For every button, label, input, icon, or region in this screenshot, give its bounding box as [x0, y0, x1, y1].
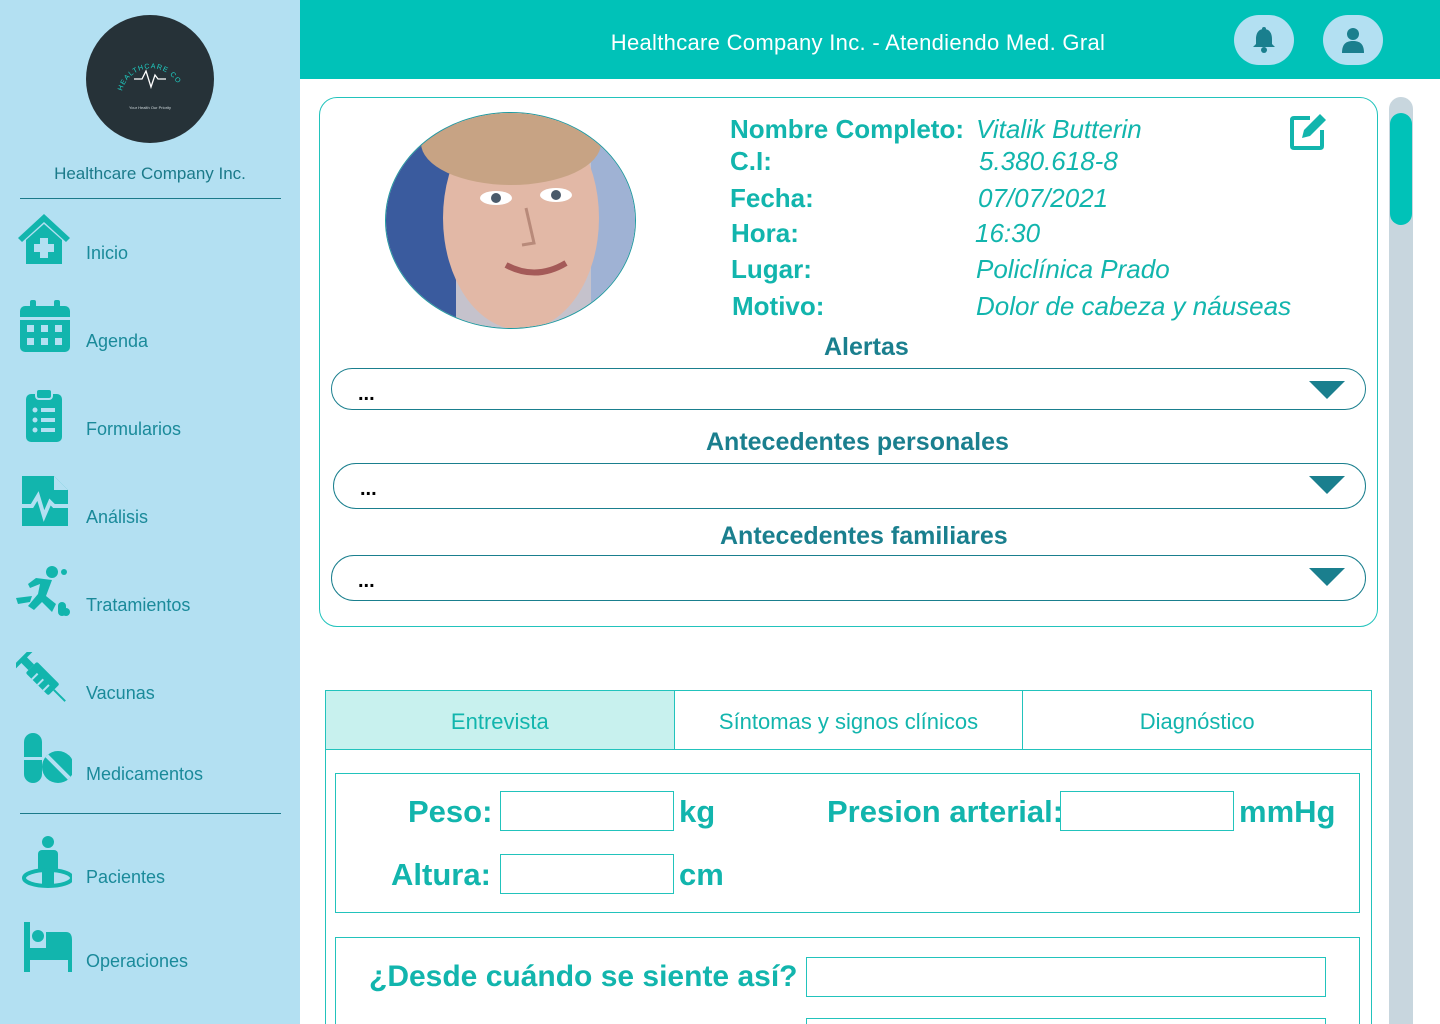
sidebar-item-medicamentos[interactable]: Medicamentos [0, 733, 300, 793]
sidebar-divider [20, 198, 281, 199]
dropdown-value: ... [358, 383, 375, 405]
svg-text:HEALTHCARE COMPANY: HEALTHCARE COMPANY [86, 15, 182, 92]
peso-input[interactable] [500, 791, 674, 831]
section-title-antecedentes-familiares: Antecedentes familiares [720, 522, 1008, 550]
label-hora: Hora: [731, 218, 799, 248]
sidebar-item-label: Pacientes [86, 867, 166, 887]
running-person-icon [16, 566, 70, 616]
sidebar-item-label: Operaciones [86, 951, 189, 971]
company-logo[interactable]: HEALTHCARE COMPANY Your Health Our Prior… [86, 15, 214, 143]
label-nombre: Nombre Completo: [730, 114, 964, 144]
presion-label: Presion arterial: [827, 794, 1064, 829]
tab-sintomas[interactable]: Síntomas y signos clínicos [674, 691, 1024, 749]
sidebar-item-label: Tratamientos [86, 595, 191, 615]
label-fecha: Fecha: [730, 183, 814, 213]
presion-input[interactable] [1060, 791, 1234, 831]
value-nombre: Vitalik Butterin [976, 114, 1142, 144]
chevron-down-icon [1309, 568, 1345, 586]
section-title-alertas: Alertas [824, 333, 909, 361]
scrollbar-track[interactable] [1389, 97, 1413, 1024]
pills-icon [24, 733, 72, 783]
clipboard-list-icon [26, 388, 62, 442]
patient-photo-image [386, 113, 635, 328]
user-icon [1342, 28, 1364, 53]
section-title-antecedentes-personales: Antecedentes personales [706, 428, 1009, 456]
tab-bar: Entrevista Síntomas y signos clínicos Di… [325, 690, 1372, 750]
question-desde-cuando: ¿Desde cuándo se siente así? [369, 960, 798, 993]
dropdown-value: ... [358, 570, 375, 592]
dropdown-value: ... [360, 478, 377, 500]
value-lugar: Policlínica Prado [976, 254, 1170, 284]
peso-unit: kg [679, 794, 716, 829]
patient-icon [22, 836, 72, 888]
user-profile-button[interactable] [1323, 15, 1383, 65]
label-ci: C.I: [730, 146, 772, 176]
sidebar-item-label: Medicamentos [86, 764, 204, 784]
tab-entrevista[interactable]: Entrevista [326, 691, 675, 749]
file-medical-icon [16, 476, 70, 526]
sidebar-divider [20, 813, 281, 814]
patient-photo [385, 112, 636, 329]
top-header: Healthcare Company Inc. - Atendiendo Med… [300, 0, 1440, 79]
sidebar-item-vacunas[interactable]: Vacunas [0, 652, 300, 712]
altura-label: Altura: [391, 857, 491, 892]
sidebar-company-name: Healthcare Company Inc. [54, 164, 246, 183]
answer-desde-cuando-input[interactable] [806, 957, 1326, 997]
edit-icon[interactable] [1288, 112, 1328, 152]
chevron-down-icon [1309, 476, 1345, 494]
logo-emblem: HEALTHCARE COMPANY Your Health Our Prior… [86, 15, 182, 110]
scrollbar-thumb[interactable] [1390, 113, 1412, 225]
sidebar-item-inicio[interactable]: Inicio [0, 212, 300, 272]
value-motivo: Dolor de cabeza y náuseas [976, 291, 1292, 321]
hospital-bed-icon [24, 922, 72, 972]
altura-unit: cm [679, 857, 724, 892]
sidebar-item-pacientes[interactable]: Pacientes [0, 836, 300, 896]
presion-unit: mmHg [1239, 794, 1336, 829]
sidebar: HEALTHCARE COMPANY Your Health Our Prior… [0, 0, 300, 1024]
sidebar-item-label: Formularios [86, 419, 182, 439]
next-answer-input[interactable] [806, 1018, 1326, 1024]
sidebar-item-label: Análisis [86, 507, 149, 527]
bell-icon [1253, 27, 1275, 53]
logo-tagline: Your Health Our Priority [129, 105, 171, 110]
home-medical-icon [18, 214, 70, 264]
sidebar-item-tratamientos[interactable]: Tratamientos [0, 564, 300, 624]
sidebar-item-operaciones[interactable]: Operaciones [0, 920, 300, 980]
sidebar-item-label: Inicio [86, 243, 129, 263]
sidebar-item-analisis[interactable]: Análisis [0, 476, 300, 536]
sidebar-item-label: Agenda [86, 331, 149, 351]
syringe-icon [16, 652, 66, 702]
sidebar-item-formularios[interactable]: Formularios [0, 388, 300, 448]
altura-input[interactable] [500, 854, 674, 894]
label-lugar: Lugar: [731, 254, 812, 284]
notifications-button[interactable] [1234, 15, 1294, 65]
peso-label: Peso: [408, 794, 493, 829]
label-motivo: Motivo: [732, 291, 825, 321]
value-ci: 5.380.618-8 [979, 146, 1118, 176]
calendar-icon [20, 300, 70, 352]
antecedentes-familiares-dropdown[interactable]: ... [331, 555, 1366, 601]
value-fecha: 07/07/2021 [978, 183, 1109, 213]
chevron-down-icon [1309, 381, 1345, 399]
tab-diagnostico[interactable]: Diagnóstico [1023, 691, 1372, 749]
antecedentes-personales-dropdown[interactable]: ... [333, 463, 1366, 509]
sidebar-item-label: Vacunas [86, 683, 155, 703]
logo-text: HEALTHCARE COMPANY [86, 15, 181, 92]
value-hora: 16:30 [975, 218, 1041, 248]
alertas-dropdown[interactable]: ... [331, 368, 1366, 410]
sidebar-item-agenda[interactable]: Agenda [0, 300, 300, 360]
